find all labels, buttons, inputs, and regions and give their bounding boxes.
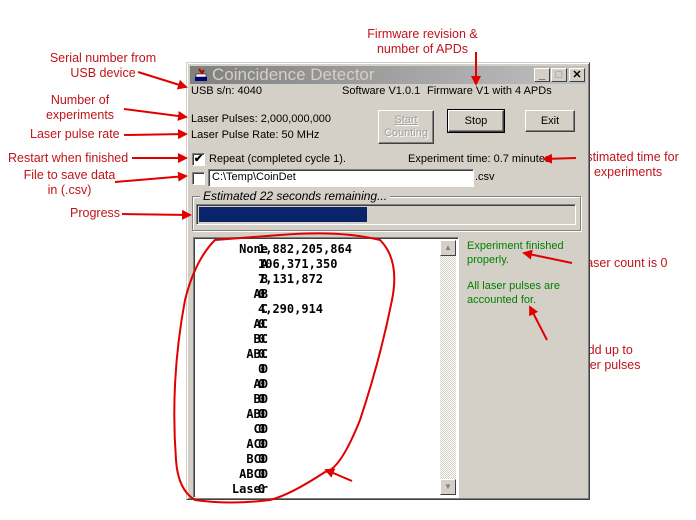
results-row: D0 [194, 362, 434, 377]
arrow-experiments [123, 108, 188, 121]
app-icon [195, 68, 207, 81]
stop-button[interactable]: Stop [447, 109, 505, 133]
result-value: 0 [258, 392, 266, 406]
result-key: ABCD [239, 467, 268, 481]
maximize-button[interactable]: □ [551, 68, 567, 82]
result-key: ABD [246, 407, 268, 421]
repeat-checkbox[interactable]: ✔ [192, 153, 205, 166]
result-key: BCD [246, 452, 268, 466]
results-row: ABD 0 [194, 407, 434, 422]
result-value: 106,371,350 [258, 257, 338, 271]
status-accounted: All laser pulses are accounted for. [467, 280, 560, 306]
result-key: ABC [246, 347, 268, 361]
laser-pulses: Laser Pulses: 2,000,000,000 [191, 113, 332, 125]
annotation-rate: Laser pulse rate [30, 127, 120, 141]
results-row: CD 0 [194, 422, 434, 437]
results-row: AB 0 [194, 287, 434, 302]
result-value: 1,882,205,864 [258, 242, 352, 256]
results-row: BD 0 [194, 392, 434, 407]
exit-label: Exit [540, 114, 560, 127]
repeat-label: Repeat (completed cycle 1). [209, 153, 346, 165]
results-row: BC 0 [194, 332, 434, 347]
app-window: Coincidence Detector _ □ ✕ USB s/n: 4040… [186, 62, 590, 500]
exit-button[interactable]: Exit [525, 110, 575, 132]
stop-label: Stop [464, 114, 488, 127]
result-value: 0 [258, 347, 266, 361]
minimize-button[interactable]: _ [534, 68, 550, 82]
annotation-file: File to save data in (.csv) [23, 168, 116, 197]
progress-bar [196, 204, 576, 225]
experiment-time: Experiment time: 0.7 minutes [408, 153, 551, 165]
result-key: AD [253, 377, 268, 391]
software-version: Software V1.0.1 [342, 85, 421, 97]
start-counting-button[interactable]: Start Counting [378, 110, 434, 144]
result-value: 0 [258, 377, 266, 391]
annotation-restart: Restart when finished [8, 151, 129, 165]
results-row: None 1,882,205,864 [194, 242, 434, 257]
firmware-version: Firmware V1 with 4 APDs [427, 85, 552, 97]
results-listbox[interactable]: None 1,882,205,864 A 106,371,350 B 7,131,872 A… [193, 237, 459, 498]
results-row: AD 0 [194, 377, 434, 392]
status-finished: Experiment finished properly. [467, 240, 564, 266]
result-key: AC [253, 317, 268, 331]
result-key: C [260, 302, 268, 316]
result-value: 0 [258, 287, 266, 301]
results-scrollbar[interactable]: ▲ ▼ [440, 240, 456, 495]
results-row: ABC 0 [194, 347, 434, 362]
save-file-checkbox[interactable] [192, 172, 205, 185]
progress-bar-fill [199, 207, 368, 222]
results-row: A 106,371,350 [194, 257, 434, 272]
scroll-up-button[interactable]: ▲ [440, 240, 456, 256]
result-key: Laser [231, 482, 268, 496]
result-key: A [260, 257, 268, 271]
results-row: BCD 0 [194, 452, 434, 467]
results-row: Laser 0 [194, 482, 434, 497]
window-title: Coincidence Detector [212, 65, 375, 84]
arrow-progress [121, 209, 192, 220]
result-value: 0 [258, 467, 266, 481]
result-value: 4,290,914 [258, 302, 324, 316]
results-row: ABCD 0 [194, 467, 434, 482]
result-key: None [239, 242, 268, 256]
result-value: 0 [258, 482, 266, 496]
annotation-firmware: Firmware revision & number of APDs [367, 27, 478, 56]
result-value: 0 [258, 452, 266, 466]
results-row: AC 0 [194, 317, 434, 332]
start-label-line1: Start [394, 114, 418, 126]
result-value: 7,131,872 [258, 272, 324, 286]
result-value: 0 [258, 317, 266, 331]
annotation-experiments: Number of experiments [45, 93, 115, 122]
result-key: AB [253, 287, 268, 301]
close-button[interactable]: ✕ [569, 68, 585, 82]
serial-number: USB s/n: 4040 [191, 85, 262, 97]
file-path-input[interactable]: C:\Temp\CoinDet [208, 169, 474, 187]
file-extension: .csv [475, 171, 495, 183]
result-value: 0 [258, 332, 266, 346]
result-key: ACD [246, 437, 268, 451]
annotation-serial: Serial number from USB device [49, 51, 157, 80]
result-value: 0 [258, 437, 266, 451]
annotation-est-time: Estimated time for all experiments [578, 150, 679, 179]
result-key: B [260, 272, 268, 286]
arrow-file [114, 171, 188, 183]
result-key: CD [253, 422, 268, 436]
result-key: BC [253, 332, 268, 346]
annotation-progress: Progress [70, 206, 121, 220]
scroll-down-button[interactable]: ▼ [440, 479, 456, 495]
result-value: 0 [258, 422, 266, 436]
result-key: BD [253, 392, 268, 406]
arrow-rate [123, 129, 188, 140]
result-value: 0 [258, 407, 266, 421]
results-row: ACD 0 [194, 437, 434, 452]
laser-pulse-rate: Laser Pulse Rate: 50 MHz [191, 129, 320, 141]
results-row: B 7,131,872 [194, 272, 434, 287]
progress-label: Estimated 22 seconds remaining... [200, 189, 391, 203]
start-label-line2: Counting [383, 127, 429, 139]
result-value: 0 [258, 362, 266, 376]
result-key: D [260, 362, 268, 376]
title-bar[interactable]: Coincidence Detector _ □ ✕ [190, 65, 586, 84]
results-row: C 4,290,914 [194, 302, 434, 317]
